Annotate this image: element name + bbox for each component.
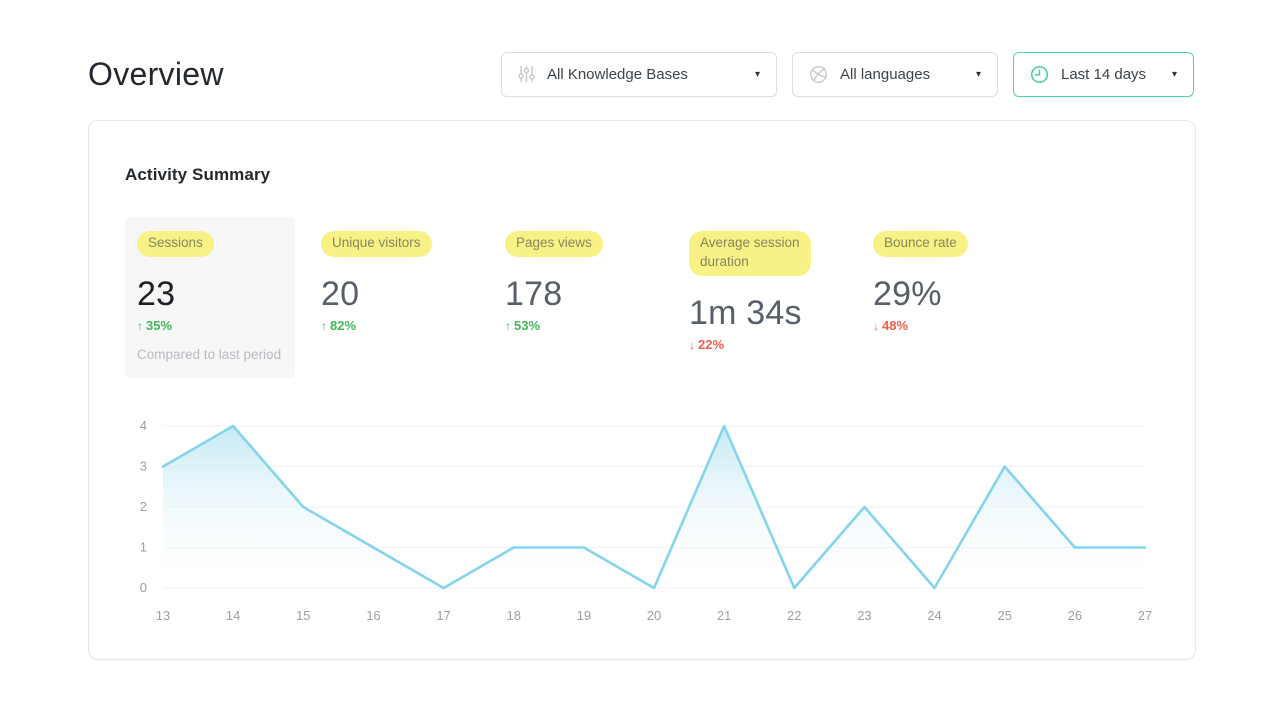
metric-card[interactable]: Bounce rate 29% ↓ 48%: [861, 217, 1031, 347]
clock-icon: [1030, 65, 1049, 84]
metric-delta: ↑ 35%: [137, 317, 173, 333]
metric-label: Unique visitors: [321, 231, 432, 257]
x-tick-label: 26: [1068, 608, 1082, 623]
x-tick-label: 17: [436, 608, 450, 623]
metric-card[interactable]: Sessions 23 ↑ 35% Compared to last period: [125, 217, 295, 379]
globe-icon: [809, 65, 828, 84]
x-tick-label: 20: [647, 608, 661, 623]
filter-bar: All Knowledge Bases ▾ All languages ▾ La…: [501, 51, 1194, 97]
metric-value: 29%: [873, 274, 942, 313]
x-tick-label: 21: [717, 608, 731, 623]
arrow-up-icon: ↑: [321, 318, 327, 333]
metric-delta: ↓ 48%: [873, 317, 909, 333]
x-tick-label: 16: [366, 608, 380, 623]
y-tick-label: 4: [140, 418, 147, 433]
x-tick-label: 13: [156, 608, 170, 623]
sliders-icon: [518, 65, 535, 83]
x-tick-label: 18: [506, 608, 520, 623]
metric-value: 23: [137, 274, 176, 313]
languages-dropdown[interactable]: All languages ▾: [792, 51, 998, 97]
activity-chart-svg: 0123413 14 15 16 17 18 19 20 21 22 23 24 25 26 27: [140, 418, 1152, 623]
metric-card[interactable]: Unique visitors 20 ↑ 82%: [309, 217, 479, 347]
arrow-down-icon: ↓: [873, 318, 879, 333]
metric-label: Pages views: [505, 231, 603, 257]
metric-value: 1m 34s: [689, 293, 802, 332]
x-tick-label: 22: [787, 608, 801, 623]
metric-delta: ↑ 53%: [505, 317, 541, 333]
metric-value: 178: [505, 274, 563, 313]
y-tick-label: 2: [140, 499, 147, 514]
page-title: Overview: [88, 55, 224, 92]
metric-note: Compared to last period: [137, 346, 282, 362]
activity-chart: 0 1 2 3 4 13 14 15 16 17 18 19 20 21 22 23 24 25 26 27: [125, 404, 1159, 632]
x-tick-label: 27: [1138, 608, 1152, 623]
metric-label: Average session duration: [689, 231, 811, 276]
x-tick-label: 15: [296, 608, 310, 623]
date-range-dropdown[interactable]: Last 14 days ▾: [1013, 51, 1194, 97]
x-tick-label: 24: [927, 608, 941, 623]
chevron-down-icon: ▾: [975, 68, 981, 80]
x-tick-label: 25: [997, 608, 1011, 623]
languages-value: All languages: [840, 65, 931, 83]
knowledge-bases-dropdown[interactable]: All Knowledge Bases ▾: [501, 51, 777, 97]
metric-value: 20: [321, 274, 360, 313]
topbar: Overview All Knowledge Bases ▾ All langu…: [88, 50, 1194, 98]
activity-summary-card: Activity Summary Sessions 23 ↑ 35% Compared …: [88, 120, 1196, 660]
x-tick-label: 19: [577, 608, 591, 623]
date-range-value: Last 14 days: [1061, 65, 1147, 83]
metric-card[interactable]: Pages views 178 ↑ 53%: [493, 217, 663, 347]
y-tick-label: 3: [140, 459, 147, 474]
x-tick-label: 14: [226, 608, 240, 623]
arrow-up-icon: ↑: [137, 318, 143, 333]
metric-delta: ↓ 22%: [689, 336, 725, 352]
x-tick-label: 23: [857, 608, 871, 623]
arrow-up-icon: ↑: [505, 318, 511, 333]
y-tick-label: 0: [140, 580, 147, 595]
chevron-down-icon: ▾: [1171, 68, 1177, 80]
metric-label: Bounce rate: [873, 231, 968, 257]
y-tick-label: 1: [140, 540, 147, 555]
metric-label: Sessions: [137, 231, 214, 257]
knowledge-bases-value: All Knowledge Bases: [547, 65, 688, 83]
chevron-down-icon: ▾: [754, 68, 760, 80]
metric-card[interactable]: Average session duration 1m 34s ↓ 22%: [677, 217, 847, 366]
arrow-down-icon: ↓: [689, 337, 695, 352]
overview-page: Overview All Knowledge Bases ▾ All langu…: [0, 0, 1280, 720]
metric-delta: ↑ 82%: [321, 317, 357, 333]
metrics-row: Sessions 23 ↑ 35% Compared to last period Uni…: [125, 217, 1159, 379]
card-title: Activity Summary: [125, 165, 271, 184]
